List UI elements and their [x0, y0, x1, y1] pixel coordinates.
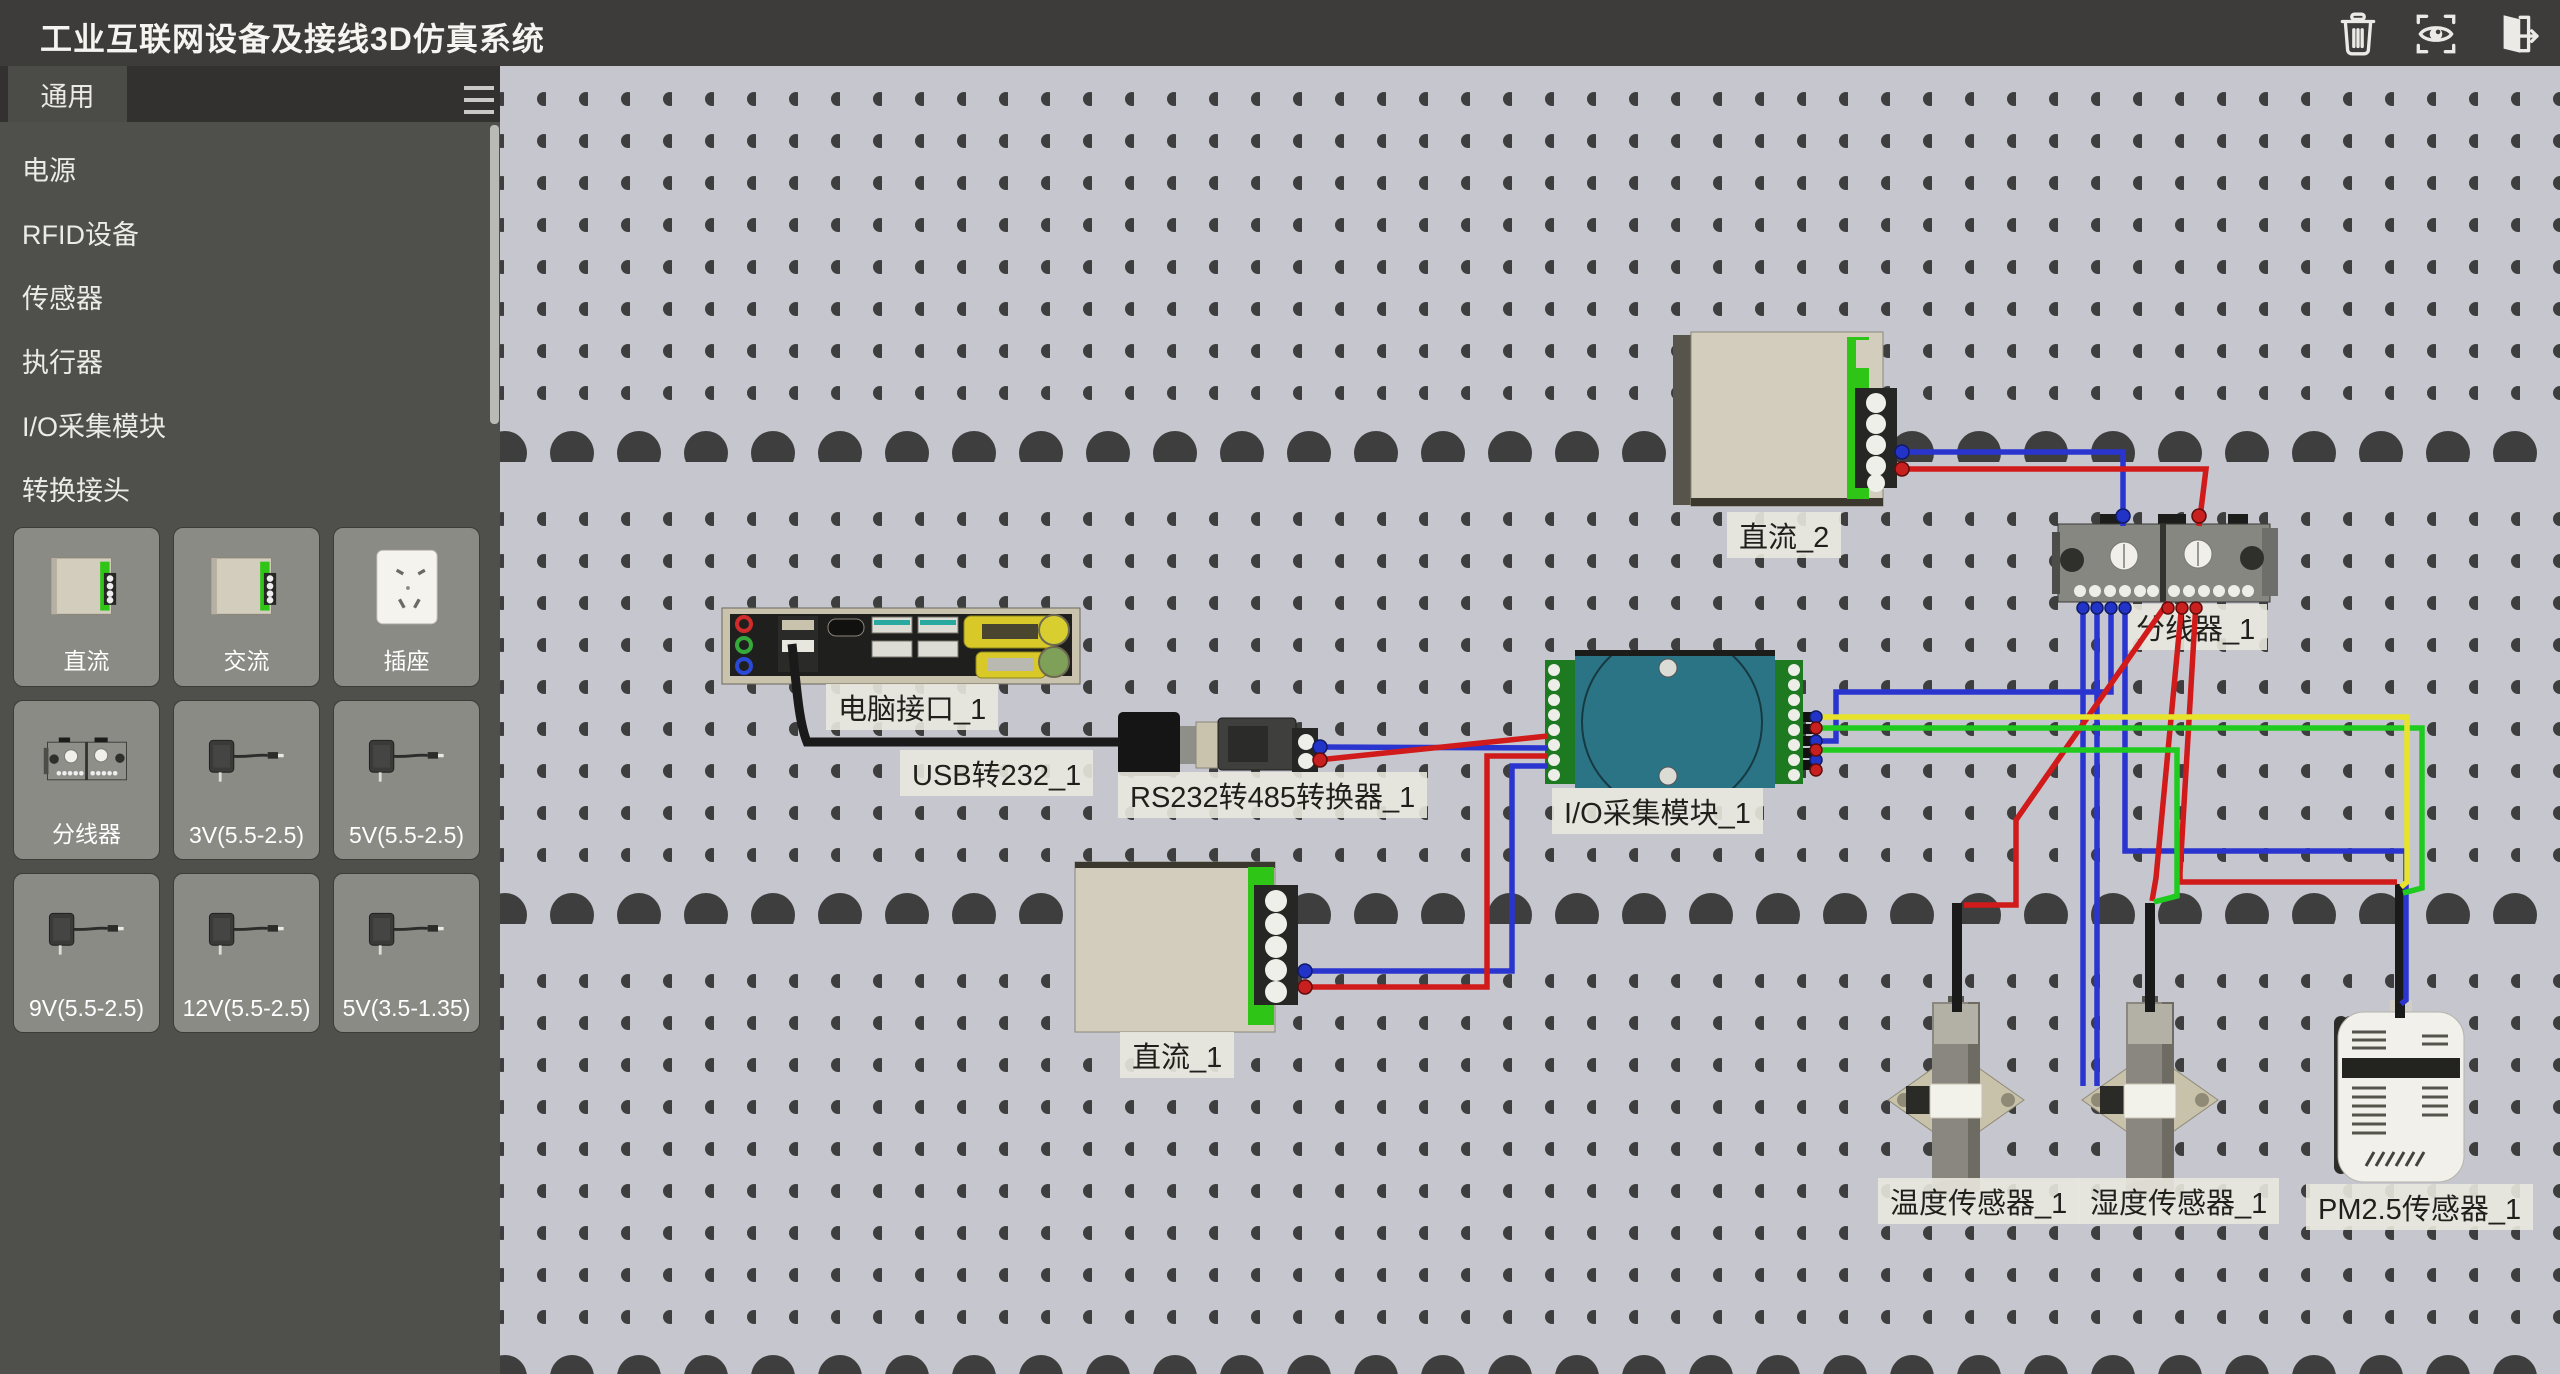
tile-splitter[interactable]: 分线器 [13, 700, 160, 860]
splitter-icon [40, 709, 134, 813]
tab-general[interactable]: 通用 [8, 66, 127, 122]
device-pc-interface[interactable] [722, 608, 1080, 684]
tile-12v[interactable]: 12V(5.5-2.5) [173, 873, 320, 1033]
exit-icon[interactable] [2486, 6, 2542, 62]
view-eye-icon[interactable] [2408, 6, 2464, 62]
device-pm25-sensor[interactable] [2334, 1000, 2464, 1182]
device-splitter[interactable] [2052, 514, 2278, 602]
page-title: 工业互联网设备及接线3D仿真系统 [40, 14, 545, 60]
adapter-icon [200, 882, 294, 986]
tile-5v[interactable]: 5V(5.5-2.5) [333, 700, 480, 860]
tile-ac[interactable]: 交流 [173, 527, 320, 687]
adapter-icon [40, 882, 134, 986]
sidebar-scrollbar[interactable] [490, 125, 499, 424]
device-dc-power-2[interactable] [1673, 332, 1897, 506]
sidebar-item-power[interactable]: 电源 [22, 149, 442, 193]
sidebar-tab-strip: 通用 [0, 66, 500, 122]
tile-9v[interactable]: 9V(5.5-2.5) [13, 873, 160, 1033]
device-label-io: I/O采集模块_1 [1552, 788, 1763, 834]
device-label-pm25: PM2.5传感器_1 [2306, 1184, 2533, 1230]
device-label-rs485: RS232转485转换器_1 [1118, 772, 1427, 818]
psu-icon [200, 536, 294, 640]
tile-dc[interactable]: 直流 [13, 527, 160, 687]
adapter-icon [360, 882, 454, 986]
sidebar-item-rfid[interactable]: RFID设备 [22, 213, 442, 257]
device-label-temp: 温度传感器_1 [1878, 1178, 2079, 1224]
device-label-dc2: 直流_2 [1727, 512, 1841, 558]
device-tile-grid: 直流 交流 插座 分线器 3V(5.5-2.5) 5V(5.5-2.5) [13, 527, 480, 1033]
sidebar-item-actuator[interactable]: 执行器 [22, 341, 442, 385]
sidebar-item-io-module[interactable]: I/O采集模块 [22, 405, 442, 449]
hamburger-menu-icon[interactable] [464, 78, 494, 114]
device-label-dc1: 直流_1 [1120, 1032, 1234, 1078]
tile-3v[interactable]: 3V(5.5-2.5) [173, 700, 320, 860]
sidebar-item-sensor[interactable]: 传感器 [22, 277, 442, 321]
app-window: 直流_2 电脑接口_1 USB转232_1 RS232转485转换器_1 I/O… [0, 0, 2560, 1374]
tile-socket[interactable]: 插座 [333, 527, 480, 687]
device-label-splitter: 分线器_1 [2124, 604, 2267, 650]
tile-5v-135[interactable]: 5V(3.5-1.35) [333, 873, 480, 1033]
psu-icon [40, 536, 134, 640]
adapter-icon [360, 709, 454, 813]
sidebar-item-adapter[interactable]: 转换接头 [22, 469, 442, 513]
adapter-icon [200, 709, 294, 813]
trash-icon[interactable] [2330, 6, 2386, 62]
device-label-humid: 湿度传感器_1 [2078, 1178, 2279, 1224]
device-usb-to-232[interactable] [1118, 712, 1318, 776]
device-label-pc: 电脑接口_1 [826, 684, 998, 730]
socket-icon [360, 536, 454, 640]
device-dc-power-1[interactable] [1075, 862, 1298, 1032]
device-label-usb232: USB转232_1 [900, 750, 1093, 796]
title-bar: 工业互联网设备及接线3D仿真系统 [0, 0, 2560, 66]
device-library-sidebar: 通用 电源 RFID设备 传感器 执行器 I/O采集模块 转换接头 [0, 66, 500, 1374]
